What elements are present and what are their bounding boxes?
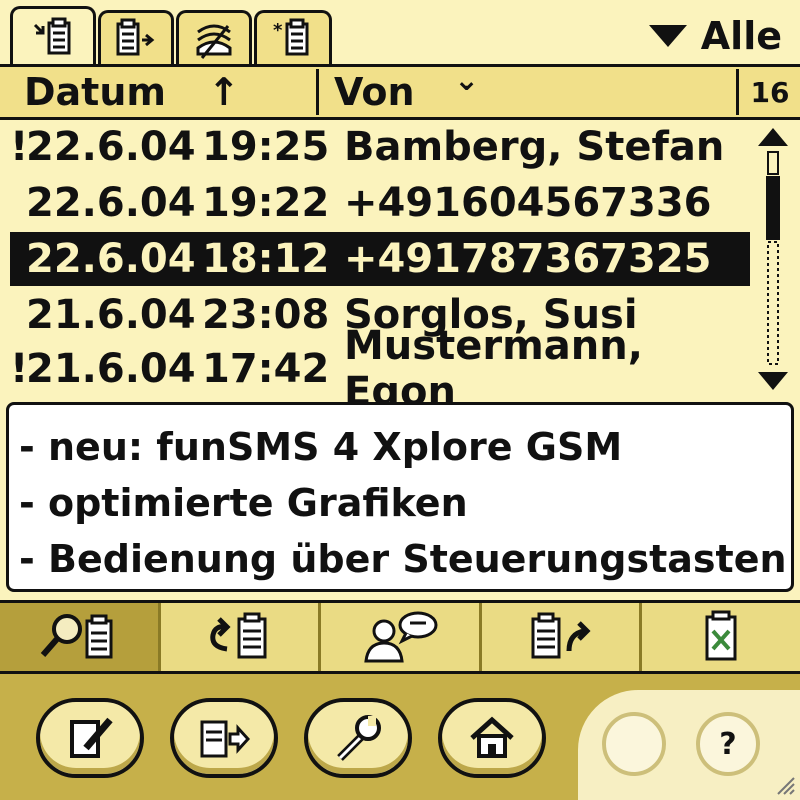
wrench-icon	[337, 715, 381, 761]
inbox-document-icon	[33, 17, 71, 54]
home-icon	[470, 716, 514, 758]
message-sender: +491787367325	[344, 236, 712, 282]
filter-label: Alle	[700, 14, 782, 58]
reply-icon	[210, 612, 267, 659]
svg-text:*: *	[273, 20, 283, 41]
tab-outbox[interactable]	[98, 10, 174, 66]
message-list: ! 22.6.04 19:25 Bamberg, Stefan 22.6.04 …	[10, 120, 750, 415]
message-row[interactable]: 22.6.04 19:22 +491604567336	[10, 176, 750, 230]
search-message-icon	[40, 614, 113, 659]
message-row-selected[interactable]: 22.6.04 18:12 +491787367325	[10, 232, 750, 286]
category-filter-dropdown[interactable]: Alle	[648, 14, 782, 58]
scroll-thumb[interactable]	[766, 176, 780, 240]
sort-ascending-icon: ↑	[208, 70, 240, 114]
message-preview[interactable]: - neu: funSMS 4 Xplore GSM - optimierte …	[6, 402, 794, 592]
list-scrollbar[interactable]	[752, 122, 794, 396]
forward-button[interactable]	[481, 603, 643, 671]
message-date: 21.6.04	[26, 292, 196, 338]
tab-drafts[interactable]: *	[254, 10, 332, 66]
menu-circle-button[interactable]	[602, 712, 666, 776]
column-header-date-label: Datum	[24, 70, 166, 114]
chevron-down-icon: ⌄	[454, 63, 480, 98]
preview-line: - neu: funSMS 4 Xplore GSM	[19, 425, 623, 469]
edit-icon	[70, 717, 113, 758]
list-header: Datum ↑ Von ⌄ 16	[0, 63, 800, 120]
priority-flag: !	[10, 346, 29, 392]
message-row[interactable]: ! 22.6.04 19:25 Bamberg, Stefan	[10, 120, 750, 174]
message-date: 22.6.04	[26, 180, 196, 226]
view-message-button[interactable]	[0, 603, 161, 671]
message-sender: +491604567336	[344, 180, 712, 226]
message-date: 22.6.04	[26, 236, 196, 282]
priority-flag: !	[10, 124, 29, 170]
delete-document-icon	[705, 610, 737, 661]
column-divider	[736, 69, 739, 115]
message-date: 21.6.04	[26, 346, 196, 392]
scroll-up-arrow-icon[interactable]	[758, 128, 788, 146]
contact-chat-button[interactable]	[321, 603, 482, 671]
action-toolbar	[0, 600, 800, 674]
help-icon: ?	[719, 726, 737, 762]
resize-grip-icon	[777, 777, 795, 795]
tab-inbox[interactable]	[10, 6, 96, 68]
column-header-date[interactable]: Datum ↑	[24, 67, 314, 117]
delete-button[interactable]	[642, 603, 800, 671]
message-date: 22.6.04	[26, 124, 196, 170]
column-header-from[interactable]: Von ⌄	[334, 63, 724, 117]
preview-line: - Bedienung über Steuerungstasten	[19, 537, 787, 581]
message-time: 17:42	[202, 346, 330, 392]
message-time: 19:22	[202, 180, 330, 226]
home-button[interactable]	[438, 698, 546, 778]
contact-chat-icon	[364, 611, 438, 663]
dropdown-triangle-icon	[648, 25, 687, 47]
reply-button[interactable]	[160, 603, 322, 671]
column-header-from-label: Von	[334, 70, 415, 114]
export-button[interactable]	[170, 698, 278, 778]
column-divider	[316, 69, 319, 115]
preview-line: - optimierte Grafiken	[19, 481, 468, 525]
message-sender: Bamberg, Stefan	[344, 124, 725, 170]
message-time: 19:25	[202, 124, 330, 170]
forward-icon	[531, 612, 591, 659]
tab-archive[interactable]	[176, 10, 252, 66]
stacked-documents-icon	[196, 24, 232, 59]
message-time: 23:08	[202, 292, 330, 338]
outgoing-document-icon	[116, 18, 155, 55]
message-time: 18:12	[202, 236, 330, 282]
help-button[interactable]: ?	[696, 712, 760, 776]
message-count: 16	[750, 75, 790, 109]
starred-document-icon: *	[273, 18, 309, 55]
scroll-track	[767, 241, 779, 365]
settings-button[interactable]	[304, 698, 412, 778]
scroll-down-arrow-icon[interactable]	[758, 372, 788, 390]
edit-button[interactable]	[36, 698, 144, 778]
tab-bar: * Alle	[0, 0, 800, 68]
export-icon	[200, 720, 250, 758]
scroll-track	[767, 151, 779, 175]
message-row[interactable]: ! 21.6.04 17:42 Mustermann, Egon	[10, 323, 750, 415]
soft-button-area: ?	[578, 690, 800, 800]
